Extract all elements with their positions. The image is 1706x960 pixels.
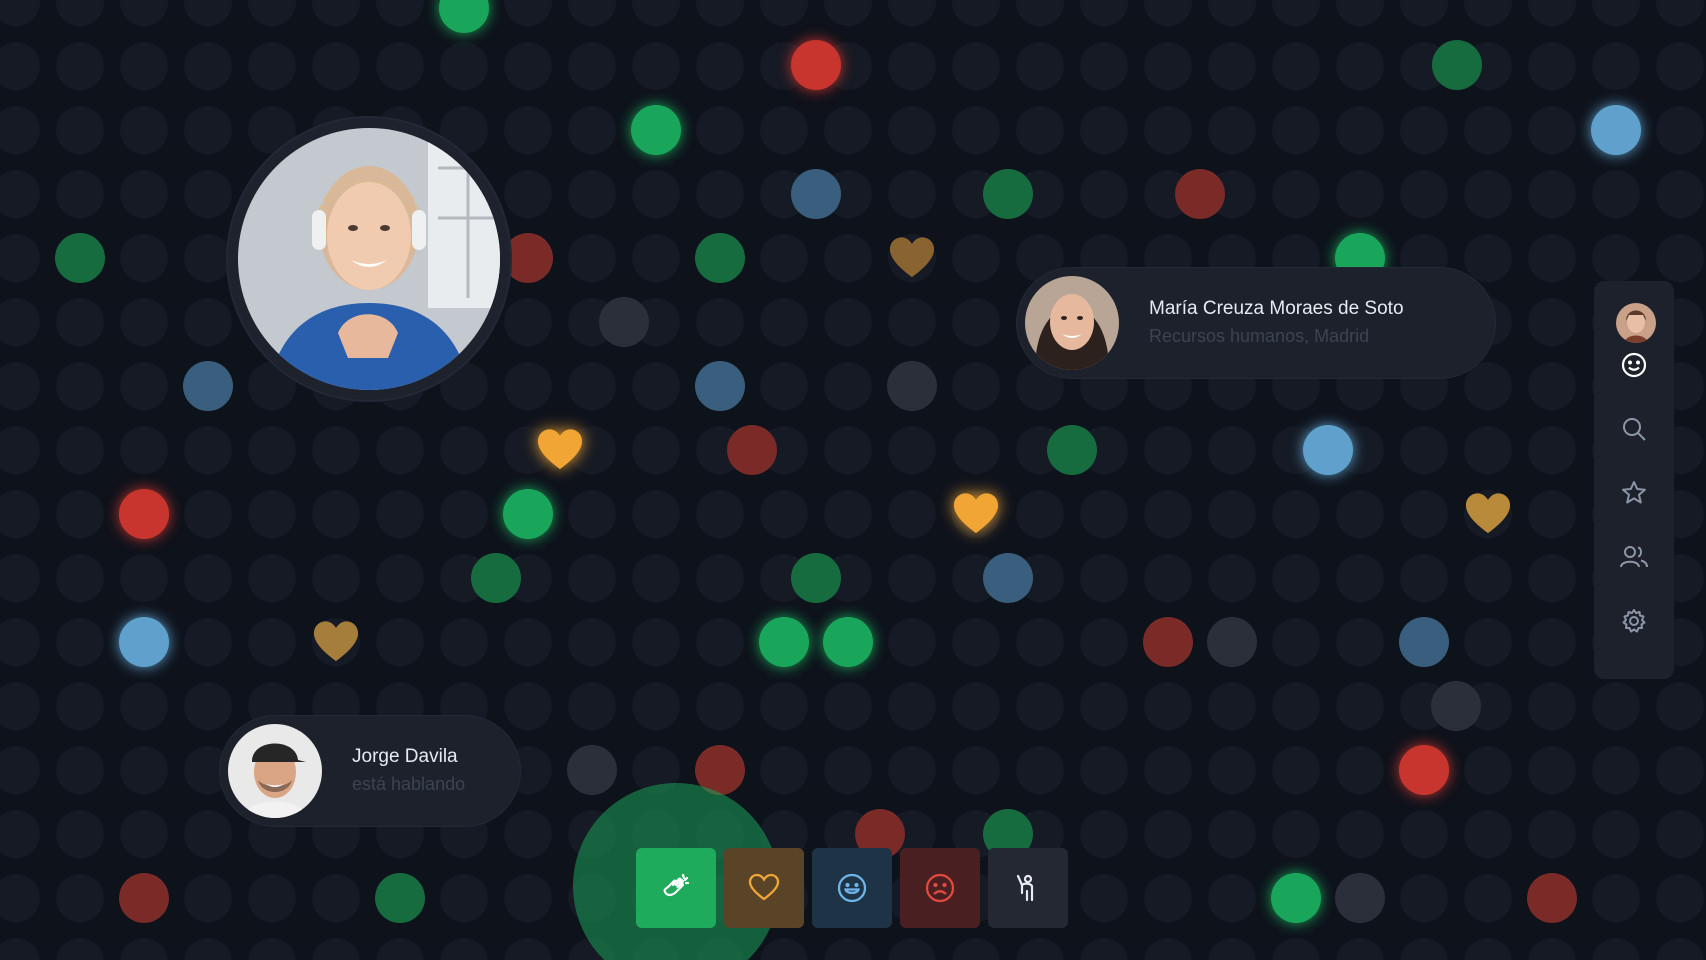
user-avatar[interactable]	[1616, 303, 1656, 343]
reaction-dot	[567, 745, 617, 795]
reaction-dot	[1207, 617, 1257, 667]
clap-reaction-button[interactable]	[636, 848, 716, 928]
participant-card-jorge[interactable]: Jorge Davila está hablando	[220, 716, 520, 826]
reaction-dot	[503, 489, 553, 539]
reaction-dot	[823, 617, 873, 667]
avatar	[1025, 276, 1119, 370]
reaction-dot	[1175, 169, 1225, 219]
avatar	[228, 724, 322, 818]
reaction-dot	[631, 105, 681, 155]
clap-icon	[663, 873, 690, 897]
heart-reaction	[951, 489, 1001, 539]
reaction-dot	[375, 873, 425, 923]
heart-icon	[748, 873, 780, 901]
right-toolbar	[1594, 281, 1674, 679]
reaction-dot	[471, 553, 521, 603]
reaction-dot	[119, 617, 169, 667]
smiley-icon[interactable]	[1612, 343, 1656, 387]
reaction-dot	[55, 233, 105, 283]
heart-reaction	[1463, 489, 1513, 539]
reaction-dot	[439, 0, 489, 33]
heart-reaction	[311, 617, 361, 667]
speaker-video-tile[interactable]	[228, 118, 510, 400]
participant-subtitle: Recursos humanos, Madrid	[1149, 326, 1370, 346]
reaction-dot	[1399, 745, 1449, 795]
reaction-dot	[1143, 617, 1193, 667]
reaction-dot	[791, 169, 841, 219]
reaction-dot	[119, 873, 169, 923]
reaction-dot	[791, 40, 841, 90]
reaction-dot	[1335, 873, 1385, 923]
participant-name: Jorge Davila	[352, 746, 458, 767]
reaction-dot	[983, 553, 1033, 603]
participant-status: está hablando	[352, 774, 466, 794]
sad-face-icon	[925, 873, 955, 903]
raise-hand-icon	[1016, 874, 1034, 902]
reaction-dot	[695, 233, 745, 283]
heart-reaction-button[interactable]	[724, 848, 804, 928]
heart-reaction	[535, 425, 585, 475]
heart-reaction	[887, 233, 937, 283]
reaction-dot	[695, 361, 745, 411]
search-icon[interactable]	[1612, 407, 1656, 451]
reaction-bar	[636, 848, 1070, 928]
reaction-dot	[1432, 40, 1482, 90]
star-icon[interactable]	[1612, 471, 1656, 515]
reaction-dot	[1303, 425, 1353, 475]
users-icon[interactable]	[1612, 535, 1656, 579]
reaction-dot	[503, 233, 553, 283]
reaction-dot	[1271, 873, 1321, 923]
reaction-dot	[1527, 873, 1577, 923]
gear-icon[interactable]	[1612, 599, 1656, 643]
reaction-dot	[1431, 681, 1481, 731]
reaction-dot	[983, 169, 1033, 219]
happy-face-icon	[837, 873, 867, 903]
raise-hand-reaction-button[interactable]	[988, 848, 1068, 928]
reaction-canvas: María Creuza Moraes de Soto Recursos hum…	[0, 0, 1706, 960]
reaction-dot	[887, 361, 937, 411]
reaction-dot	[1399, 617, 1449, 667]
speaker-avatar	[238, 128, 500, 390]
reaction-dot	[183, 361, 233, 411]
reaction-dot	[791, 553, 841, 603]
reaction-dot	[1047, 425, 1097, 475]
participant-name: María Creuza Moraes de Soto	[1149, 298, 1404, 319]
reaction-dot	[727, 425, 777, 475]
reaction-dot	[119, 489, 169, 539]
happy-reaction-button[interactable]	[812, 848, 892, 928]
sad-reaction-button[interactable]	[900, 848, 980, 928]
participant-card-maria[interactable]: María Creuza Moraes de Soto Recursos hum…	[1017, 268, 1495, 378]
reaction-dot	[1591, 105, 1641, 155]
reaction-dot	[599, 297, 649, 347]
reaction-dot	[759, 617, 809, 667]
